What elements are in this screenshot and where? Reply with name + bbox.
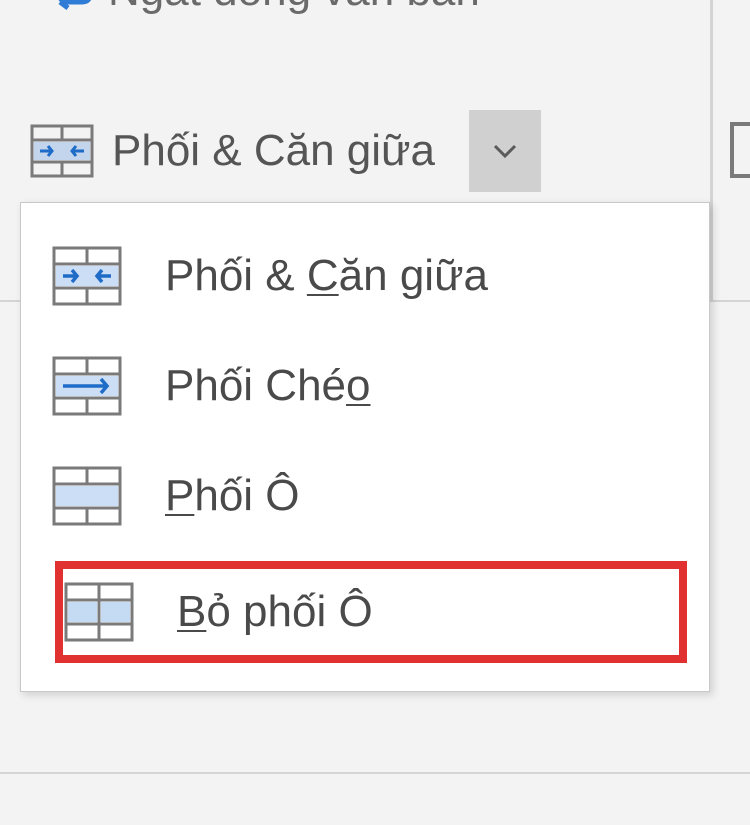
menu-merge-cells[interactable]: Phối Ô bbox=[21, 441, 709, 551]
menu-item-label: Phối Chéo bbox=[165, 361, 371, 411]
ribbon-separator bbox=[710, 0, 750, 300]
merge-dropdown-menu: Phối & Căn giữa Phối Chéo bbox=[20, 202, 710, 692]
wrap-text-button[interactable]: Ngắt dòng văn bản bbox=[40, 0, 480, 21]
merge-center-icon bbox=[30, 124, 94, 178]
menu-item-label: Phối & Căn giữa bbox=[165, 251, 488, 301]
menu-item-label: Phối Ô bbox=[165, 471, 300, 521]
menu-unmerge-cells[interactable]: Bỏ phối Ô bbox=[51, 557, 691, 667]
merge-center-button[interactable]: Phối & Căn giữa bbox=[18, 116, 447, 186]
merge-dropdown-arrow[interactable] bbox=[469, 110, 541, 192]
menu-item-label: Bỏ phối Ô bbox=[177, 587, 373, 637]
wrap-text-label: Ngắt dòng văn bản bbox=[108, 0, 480, 16]
chevron-down-icon bbox=[492, 143, 518, 159]
merge-cells-icon bbox=[51, 465, 123, 527]
merge-center-label: Phối & Căn giữa bbox=[112, 126, 435, 176]
unmerge-cells-icon bbox=[63, 581, 135, 643]
menu-merge-center[interactable]: Phối & Căn giữa bbox=[21, 221, 709, 331]
menu-merge-across[interactable]: Phối Chéo bbox=[21, 331, 709, 441]
ribbon-area: Ngắt dòng văn bản Phối & Căn giữa bbox=[0, 0, 750, 825]
merge-across-icon bbox=[51, 355, 123, 417]
wrap-text-icon bbox=[40, 0, 96, 21]
merge-center-icon bbox=[51, 245, 123, 307]
